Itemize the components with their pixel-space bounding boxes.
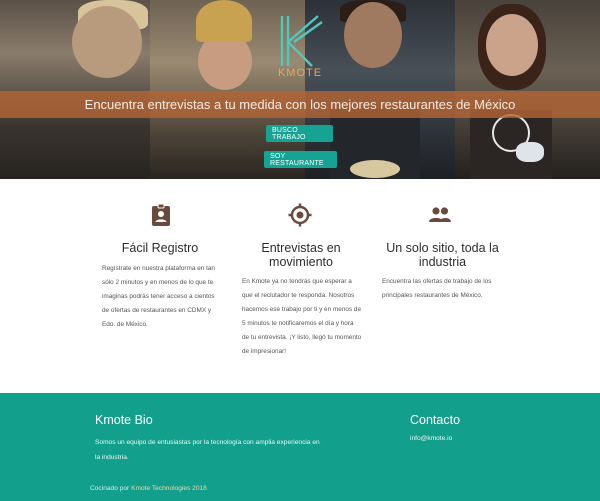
feature-title: Entrevistas en movimiento — [261, 241, 341, 269]
crosshair-icon — [288, 203, 312, 227]
feature-title: Fácil Registro — [121, 241, 199, 255]
feature-body: En Kmote ya no tendrás que esperar a que… — [242, 278, 362, 355]
clipboard-user-icon — [152, 203, 170, 226]
feature-body: Encuentra las ofertas de trabajo de los … — [382, 278, 492, 299]
soy-restaurante-button[interactable]: SOY RESTAURANTE — [264, 151, 337, 168]
feature-body: Regístrate en nuestra plataforma en tan … — [102, 265, 215, 328]
hero-tagline: Encuentra entrevistas a tu medida con lo… — [84, 97, 516, 112]
site-footer: Kmote Bio Somos un equipo de entusiastas… — [0, 393, 600, 501]
hero-banner: KMOTE Encuentra entrevistas a tu medida … — [0, 0, 600, 179]
footer-bio-text: Somos un equipo de entusiastas por la te… — [95, 439, 320, 461]
tagline-bar: Encuentra entrevistas a tu medida con lo… — [0, 91, 600, 118]
busco-trabajo-button[interactable]: BUSCO TRABAJO — [266, 125, 333, 142]
footer-bio-title: Kmote Bio — [95, 413, 153, 427]
people-icon — [429, 207, 451, 222]
contact-email-link[interactable]: info@kmote.io — [410, 435, 452, 442]
footer-contact-title: Contacto — [410, 413, 461, 427]
credit-link[interactable]: Kmote Technologies 2018 — [131, 485, 207, 492]
feature-title: Un solo sitio, toda la industria — [386, 241, 499, 269]
footer-credit: Cocinado por Kmote Technologies 2018 — [90, 485, 207, 492]
logo-text: KMOTE — [277, 67, 323, 79]
features-section: Fácil Registro Regístrate en nuestra pla… — [0, 179, 600, 393]
credit-prefix: Cocinado por — [90, 485, 130, 492]
